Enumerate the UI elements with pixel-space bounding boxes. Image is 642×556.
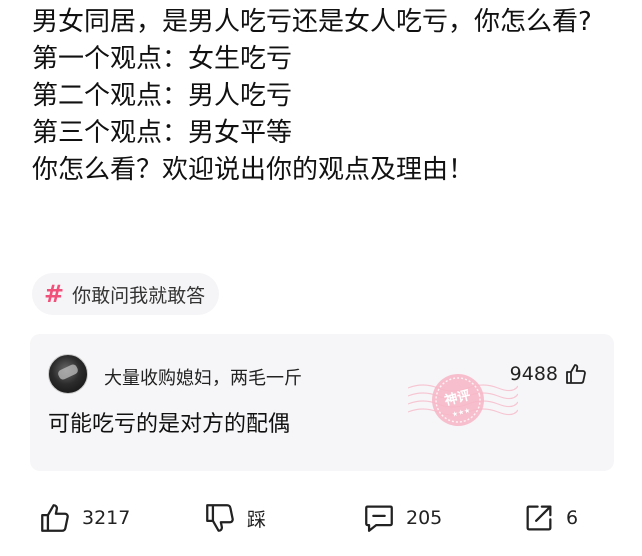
comment-like-count: 9488 xyxy=(509,363,558,385)
dislike-label: 踩 xyxy=(247,508,267,531)
topic-label: 你敢问我就敢答 xyxy=(72,284,206,307)
comment-username[interactable]: 大量收购媳妇，两毛一斤 xyxy=(104,364,302,390)
share-icon xyxy=(526,505,552,531)
post-line: 第一个观点：女生吃亏 xyxy=(32,44,293,74)
share-count: 6 xyxy=(566,507,579,529)
post-content: 男女同居，是男人吃亏还是女人吃亏，你怎么看? 第一个观点：女生吃亏 第二个观点：… xyxy=(32,4,622,189)
action-bar: 3217 踩 205 6 xyxy=(0,494,642,542)
hash-icon: # xyxy=(44,280,65,308)
top-comment-card[interactable]: 大量收购媳妇，两毛一斤 神评 ★★★ 9488 可能吃亏的是对方的配偶 xyxy=(30,334,614,471)
post-line: 你怎么看？欢迎说出你的观点及理由！ xyxy=(32,155,475,185)
like-button[interactable]: 3217 xyxy=(38,494,130,542)
thumbs-up-icon xyxy=(41,504,69,532)
comment-text: 可能吃亏的是对方的配偶 xyxy=(48,412,291,437)
comment-like-button[interactable]: 9488 xyxy=(510,362,588,386)
dislike-button[interactable]: 踩 xyxy=(203,494,266,542)
avatar[interactable] xyxy=(48,354,88,394)
thumbs-up-icon xyxy=(566,364,586,384)
comment-icon xyxy=(365,505,393,532)
post-line: 第二个观点：男人吃亏 xyxy=(32,81,293,111)
comment-count: 205 xyxy=(406,507,443,529)
hot-comment-stamp-icon: 神评 ★★★ xyxy=(408,374,518,426)
like-count: 3217 xyxy=(82,507,131,529)
comment-button[interactable]: 205 xyxy=(362,494,442,542)
topic-tag[interactable]: # 你敢问我就敢答 xyxy=(32,273,220,315)
post-line: 男女同居，是男人吃亏还是女人吃亏，你怎么看? xyxy=(32,7,592,37)
share-button[interactable]: 6 xyxy=(522,494,578,542)
post-line: 第三个观点：男女平等 xyxy=(32,118,293,148)
thumbs-down-icon xyxy=(206,504,234,532)
